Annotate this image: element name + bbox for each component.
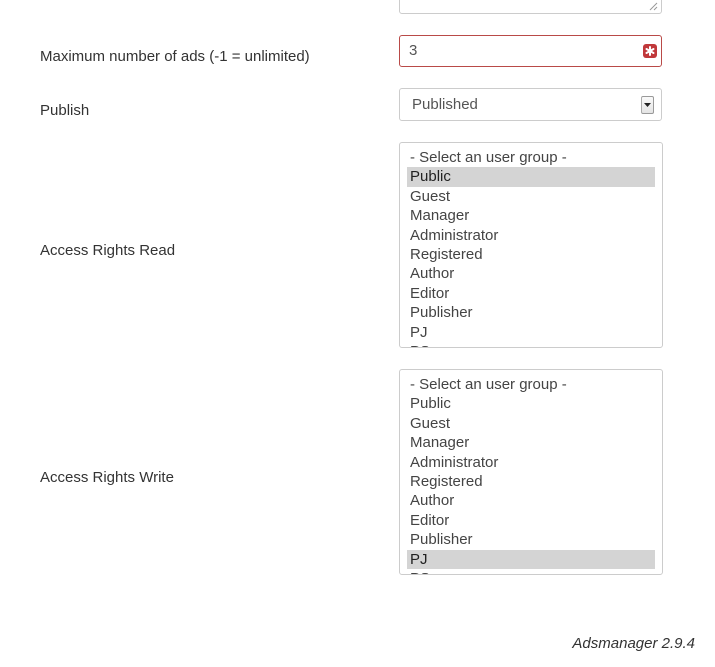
access-write-option[interactable]: Registered [407,472,655,491]
access-write-listbox[interactable]: - Select an user group - Public Guest Manag… [399,369,663,575]
access-write-option[interactable]: PS [407,569,655,574]
access-write-label: Access Rights Write [40,469,174,486]
settings-form: Maximum number of ads (-1 = unlimited) 3… [0,0,715,667]
required-asterisk-icon [643,44,657,58]
access-read-option[interactable]: - Select an user group - [407,148,655,167]
access-read-option[interactable]: PJ [407,323,655,342]
access-read-option[interactable]: Administrator [407,226,655,245]
access-write-option[interactable]: Author [407,491,655,510]
access-read-option[interactable]: PS [407,342,655,347]
dropdown-arrow-icon[interactable] [641,96,654,114]
access-read-option[interactable]: Editor [407,284,655,303]
access-write-option[interactable]: PJ [407,549,655,569]
max-ads-value: 3 [409,42,418,59]
version-text: Adsmanager 2.9.4 [572,635,695,652]
access-write-option[interactable]: Guest [407,414,655,433]
access-read-label: Access Rights Read [40,242,176,259]
access-write-option[interactable]: - Select an user group - [407,375,655,394]
publish-select[interactable]: Published [399,88,662,121]
max-ads-input[interactable]: 3 [399,35,662,67]
access-write-option[interactable]: Administrator [407,453,655,472]
publish-selected-value: Published [412,96,478,113]
access-read-option[interactable]: Registered [407,245,655,264]
max-ads-label: Maximum number of ads (-1 = unlimited) [40,48,310,65]
publish-label: Publish [40,102,90,119]
access-read-option[interactable]: Guest [407,187,655,206]
access-write-option[interactable]: Public [407,394,655,413]
access-read-option[interactable]: Manager [407,206,655,225]
access-read-option[interactable]: Public [407,167,655,187]
resize-grip-icon[interactable] [647,0,658,11]
access-read-option[interactable]: Author [407,264,655,283]
access-read-listbox[interactable]: - Select an user group - Public Guest Manag… [399,142,663,348]
access-write-option[interactable]: Editor [407,511,655,530]
access-read-option[interactable]: Publisher [407,303,655,322]
access-write-option[interactable]: Publisher [407,530,655,549]
description-textarea[interactable] [399,0,662,14]
access-write-option[interactable]: Manager [407,433,655,452]
